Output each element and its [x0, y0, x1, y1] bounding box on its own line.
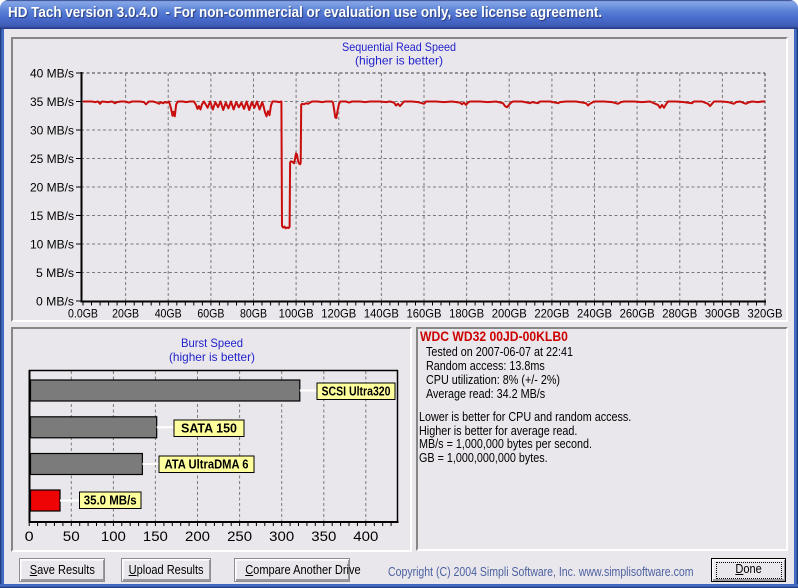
- svg-text:ATA UltraDMA 6: ATA UltraDMA 6: [165, 458, 249, 472]
- svg-text:180GB: 180GB: [449, 307, 484, 321]
- svg-text:35.0 MB/s: 35.0 MB/s: [84, 494, 137, 508]
- svg-text:0: 0: [25, 529, 34, 544]
- svg-text:35 MB/s: 35 MB/s: [30, 95, 74, 109]
- svg-text:160GB: 160GB: [407, 307, 442, 321]
- svg-text:Sequential Read Speed: Sequential Read Speed: [342, 40, 456, 54]
- svg-text:120GB: 120GB: [321, 307, 356, 321]
- svg-text:30 MB/s: 30 MB/s: [30, 124, 74, 138]
- svg-text:100GB: 100GB: [279, 307, 314, 321]
- svg-text:25 MB/s: 25 MB/s: [30, 152, 74, 166]
- svg-text:350: 350: [311, 529, 336, 544]
- svg-text:20 MB/s: 20 MB/s: [30, 181, 74, 195]
- svg-text:80GB: 80GB: [240, 307, 267, 321]
- svg-text:300: 300: [269, 529, 294, 544]
- svg-text:50: 50: [63, 529, 80, 544]
- svg-text:220GB: 220GB: [534, 307, 569, 321]
- svg-text:60GB: 60GB: [197, 307, 224, 321]
- svg-text:40 MB/s: 40 MB/s: [30, 67, 74, 81]
- svg-text:0.0GB: 0.0GB: [68, 307, 98, 321]
- svg-text:240GB: 240GB: [577, 307, 612, 321]
- svg-text:SCSI Ultra320: SCSI Ultra320: [322, 385, 391, 399]
- svg-text:200GB: 200GB: [492, 307, 527, 321]
- svg-text:260GB: 260GB: [620, 307, 655, 321]
- svg-text:5 MB/s: 5 MB/s: [36, 266, 74, 280]
- svg-text:250: 250: [227, 529, 252, 544]
- svg-text:320GB: 320GB: [748, 307, 783, 321]
- svg-text:140GB: 140GB: [364, 307, 399, 321]
- svg-text:SATA 150: SATA 150: [181, 422, 237, 436]
- svg-text:(higher is better): (higher is better): [355, 54, 443, 68]
- svg-text:10 MB/s: 10 MB/s: [30, 238, 74, 252]
- svg-text:400: 400: [353, 529, 378, 544]
- svg-text:(higher is better): (higher is better): [169, 350, 255, 364]
- svg-text:20GB: 20GB: [112, 307, 139, 321]
- svg-text:15 MB/s: 15 MB/s: [30, 209, 74, 223]
- svg-text:300GB: 300GB: [705, 307, 740, 321]
- svg-text:150: 150: [143, 529, 168, 544]
- svg-text:Burst Speed: Burst Speed: [181, 336, 243, 350]
- svg-text:100: 100: [101, 529, 126, 544]
- svg-text:280GB: 280GB: [662, 307, 697, 321]
- svg-text:40GB: 40GB: [155, 307, 182, 321]
- svg-text:200: 200: [185, 529, 210, 544]
